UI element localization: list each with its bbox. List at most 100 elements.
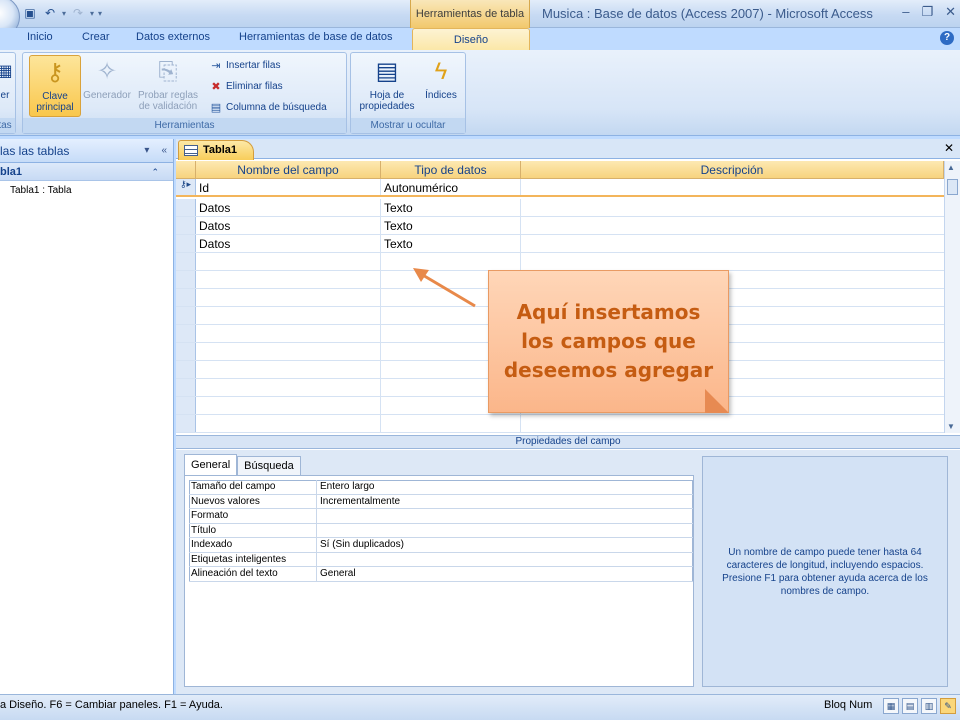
- tab-busqueda[interactable]: Búsqueda: [237, 456, 301, 475]
- columna-busqueda-label: Columna de búsqueda: [226, 102, 327, 113]
- property-row[interactable]: Formato: [189, 509, 693, 524]
- field-name-cell[interactable]: Id: [196, 179, 381, 195]
- nav-item-tabla1[interactable]: Tabla1 : Tabla: [0, 185, 173, 196]
- scroll-up-icon[interactable]: ▲: [947, 163, 955, 172]
- property-value[interactable]: Sí (Sin duplicados): [317, 538, 693, 552]
- pivot-table-view-icon[interactable]: ▤: [902, 698, 918, 714]
- property-label: Formato: [189, 509, 317, 523]
- tab-datos-externos[interactable]: Datos externos: [136, 31, 210, 43]
- field-name-cell[interactable]: Datos: [196, 217, 381, 234]
- property-value[interactable]: [317, 524, 693, 538]
- property-row[interactable]: Etiquetas inteligentes: [189, 552, 693, 567]
- table-row[interactable]: Datos Texto: [176, 217, 944, 235]
- property-value[interactable]: Incrementalmente: [317, 495, 693, 509]
- generador-button[interactable]: ✧ Generador: [81, 55, 133, 117]
- minimize-icon[interactable]: –: [902, 4, 909, 20]
- tab-inicio[interactable]: Inicio: [27, 31, 53, 43]
- grid-scrollbar[interactable]: ▲ ▼: [944, 161, 960, 433]
- property-value[interactable]: General: [317, 567, 693, 581]
- eliminar-filas-button[interactable]: ✖ Eliminar filas: [209, 80, 282, 93]
- maximize-icon[interactable]: ❐: [921, 4, 933, 20]
- data-type-cell[interactable]: Texto: [381, 199, 521, 216]
- clave-principal-label: Clave principal: [36, 91, 74, 113]
- property-row[interactable]: Indexado Sí (Sin duplicados): [189, 538, 693, 553]
- herramientas-group-label: Herramientas: [23, 118, 346, 133]
- chevron-up-icon[interactable]: ⌃: [151, 163, 159, 181]
- customize-qat-icon[interactable]: ▾: [98, 9, 102, 18]
- description-cell[interactable]: [521, 235, 944, 252]
- data-type-cell[interactable]: Texto: [381, 217, 521, 234]
- key-icon: ⚷: [46, 59, 64, 86]
- close-document-icon[interactable]: ✕: [944, 141, 954, 155]
- property-row[interactable]: Alineación del texto General: [189, 567, 693, 582]
- help-icon[interactable]: ?: [940, 31, 954, 45]
- property-label: Nuevos valores: [189, 494, 317, 508]
- row-selector[interactable]: [176, 199, 196, 216]
- redo-dropdown-icon[interactable]: ▾: [90, 9, 94, 18]
- undo-dropdown-icon[interactable]: ▾: [62, 9, 66, 18]
- status-bar: a Diseño. F6 = Cambiar paneles. F1 = Ayu…: [0, 694, 960, 720]
- design-view-icon[interactable]: ✎: [940, 698, 956, 714]
- view-switcher: ▦ ▤ ▥ ✎: [883, 698, 956, 714]
- property-value[interactable]: [317, 509, 693, 523]
- tab-herramientas-bd[interactable]: Herramientas de base de datos: [239, 31, 392, 43]
- row-selector[interactable]: [176, 217, 196, 234]
- field-name-cell[interactable]: Datos: [196, 199, 381, 216]
- col-header-nombre[interactable]: Nombre del campo: [196, 161, 381, 179]
- empty-row[interactable]: [176, 253, 944, 271]
- redo-icon[interactable]: ↷: [70, 5, 86, 21]
- columna-busqueda-button[interactable]: ▤ Columna de búsqueda: [209, 101, 327, 114]
- nav-group-label: bla1: [0, 166, 23, 178]
- field-properties-bar: Propiedades del campo: [176, 435, 960, 449]
- nav-collapse-icon[interactable]: «: [161, 139, 167, 163]
- description-cell[interactable]: [521, 199, 944, 216]
- nav-header-label: las las tablas: [0, 144, 70, 158]
- nav-header-controls: ▾ «: [144, 139, 167, 163]
- wand-icon: ✧: [96, 58, 118, 85]
- description-cell[interactable]: [521, 217, 944, 234]
- data-type-cell[interactable]: Autonumérico: [381, 179, 521, 195]
- ribbon-tabs: Inicio Crear Datos externos Herramientas…: [0, 28, 960, 51]
- close-icon[interactable]: ✕: [945, 4, 956, 20]
- undo-icon[interactable]: ↶: [42, 5, 58, 21]
- nav-group-tabla1[interactable]: bla1 ⌃: [0, 163, 173, 181]
- tab-diseno[interactable]: Diseño: [412, 28, 530, 51]
- ribbon-group-mostrar: ▤ Hoja de propiedades ϟ Índices Mostrar …: [350, 52, 466, 134]
- table-row[interactable]: Datos Texto: [176, 199, 944, 217]
- property-row[interactable]: Tamaño del campo Entero largo: [189, 480, 693, 495]
- scroll-down-icon[interactable]: ▼: [947, 422, 955, 431]
- description-cell[interactable]: [521, 179, 944, 195]
- insertar-filas-button[interactable]: ⇥ Insertar filas: [209, 59, 280, 72]
- partial-view-button[interactable]: ▦ er: [0, 55, 15, 117]
- doc-tab-tabla1[interactable]: Tabla1: [178, 140, 254, 160]
- indices-button[interactable]: ϟ Índices: [419, 55, 463, 117]
- tab-crear[interactable]: Crear: [82, 31, 110, 43]
- property-label: Título: [189, 523, 317, 537]
- property-help-text: Un nombre de campo puede tener hasta 64 …: [722, 546, 928, 597]
- pivot-chart-view-icon[interactable]: ▥: [921, 698, 937, 714]
- table-row[interactable]: ⚷▸ Id Autonumérico: [176, 179, 944, 197]
- property-value[interactable]: Entero largo: [317, 480, 693, 494]
- empty-row[interactable]: [176, 415, 944, 433]
- nav-dropdown-icon[interactable]: ▾: [144, 139, 149, 163]
- property-row[interactable]: Título: [189, 523, 693, 538]
- ribbon: ▦ er tas ⚷ Clave principal ✧ Generador ⎘…: [0, 50, 960, 136]
- hoja-propiedades-button[interactable]: ▤ Hoja de propiedades: [355, 55, 419, 117]
- nav-header[interactable]: las las tablas ▾ «: [0, 139, 173, 163]
- probar-reglas-button[interactable]: ⎘ Probar reglas de validación: [135, 55, 201, 117]
- row-selector[interactable]: [176, 235, 196, 252]
- datasheet-view-icon[interactable]: ▦: [883, 698, 899, 714]
- col-header-descripcion[interactable]: Descripción: [521, 161, 944, 179]
- col-header-tipo[interactable]: Tipo de datos: [381, 161, 521, 179]
- data-type-cell[interactable]: Texto: [381, 235, 521, 252]
- tab-general[interactable]: General: [184, 454, 238, 475]
- field-name-cell[interactable]: Datos: [196, 235, 381, 252]
- table-row[interactable]: Datos Texto: [176, 235, 944, 253]
- validation-icon: ⎘: [158, 58, 178, 85]
- primary-key-row-icon[interactable]: ⚷▸: [176, 179, 196, 195]
- property-row[interactable]: Nuevos valores Incrementalmente: [189, 494, 693, 509]
- save-icon[interactable]: ▣: [22, 5, 38, 21]
- scroll-thumb[interactable]: [947, 179, 958, 195]
- property-value[interactable]: [317, 553, 693, 567]
- clave-principal-button[interactable]: ⚷ Clave principal: [29, 55, 81, 117]
